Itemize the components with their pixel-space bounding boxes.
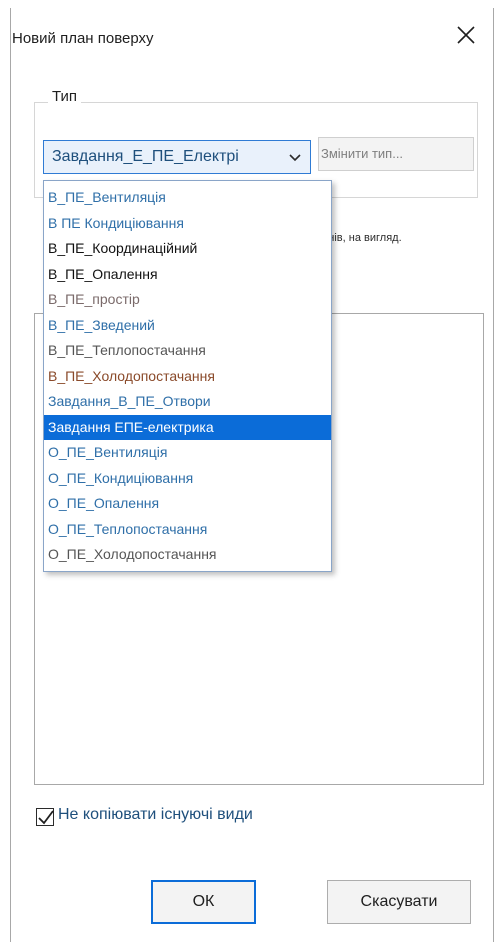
- dropdown-option-label: Завдання_В_ПЕ_Отвори: [48, 393, 211, 409]
- type-group-label: Тип: [48, 88, 82, 105]
- type-select[interactable]: Завдання_Е_ПЕ_Електрі: [43, 140, 311, 174]
- dropdown-option-label: В_ПЕ_простір: [48, 291, 140, 307]
- dropdown-option-label: В_ПЕ_Вентиляція: [48, 189, 166, 205]
- dropdown-option-label: О_ПЕ_Вентиляція: [48, 444, 168, 460]
- dropdown-option[interactable]: О_ПЕ_Холодопостачання: [44, 542, 331, 568]
- dropdown-option[interactable]: В_ПЕ_Холодопостачання: [44, 364, 331, 390]
- dropdown-option[interactable]: В_ПЕ_Координаційний: [44, 236, 331, 262]
- type-select-value: Завдання_Е_ПЕ_Електрі: [52, 148, 239, 165]
- dont-copy-views-checkbox[interactable]: [36, 808, 54, 826]
- dropdown-option[interactable]: В_ПЕ_Зведений: [44, 313, 331, 339]
- ok-button[interactable]: ОК: [151, 880, 256, 924]
- dropdown-option-label: В_ПЕ_Опалення: [48, 265, 158, 282]
- dropdown-option[interactable]: В_ПЕ_простір: [44, 287, 331, 313]
- dropdown-option-label: В_ПЕ_Координаційний: [48, 240, 198, 256]
- dropdown-option-label: В_ПЕ_Теплопостачання: [48, 342, 206, 358]
- dropdown-option[interactable]: О_ПЕ_Кондиціювання: [44, 466, 331, 492]
- hint-text: івнів, на вигляд.: [320, 232, 402, 244]
- dropdown-option[interactable]: О_ПЕ_Вентиляція: [44, 440, 331, 466]
- chevron-down-icon: [288, 151, 302, 165]
- change-type-button[interactable]: Змінити тип...: [318, 137, 474, 171]
- dropdown-option-label: О_ПЕ_Кондиціювання: [48, 469, 194, 486]
- dropdown-option[interactable]: О_ПЕ_Опалення: [44, 491, 331, 517]
- dropdown-option-label: В_ПЕ_Зведений: [48, 316, 155, 333]
- dialog-title: Новий план поверху: [12, 30, 154, 47]
- dropdown-option[interactable]: В_ПЕ_Теплопостачання: [44, 338, 331, 364]
- dropdown-option[interactable]: О_ПЕ_Теплопостачання: [44, 517, 331, 543]
- dropdown-option-label: О_ПЕ_Холодопостачання: [48, 546, 217, 562]
- dropdown-option[interactable]: Завдання_В_ПЕ_Отвори: [44, 389, 331, 415]
- dropdown-option-label: В_ПЕ_Холодопостачання: [48, 367, 215, 384]
- close-icon[interactable]: [453, 22, 479, 48]
- dropdown-option[interactable]: В ПЕ Кондиціювання: [44, 211, 331, 237]
- cancel-button[interactable]: Скасувати: [327, 880, 471, 924]
- dropdown-option[interactable]: Завдання ЕПЕ-електрика: [44, 414, 331, 440]
- change-type-label: Змінити тип...: [321, 146, 404, 161]
- dropdown-option[interactable]: В_ПЕ_Вентиляція: [44, 185, 331, 211]
- dropdown-option-label: В ПЕ Кондиціювання: [48, 214, 184, 231]
- dropdown-option-label: О_ПЕ_Теплопостачання: [48, 520, 208, 537]
- dropdown-option[interactable]: В_ПЕ_Опалення: [44, 262, 331, 288]
- checkmark-icon: [38, 810, 54, 825]
- dropdown-option-label: Завдання ЕПЕ-електрика: [48, 418, 214, 435]
- dont-copy-views-label: Не копіювати існуючі види: [58, 806, 253, 823]
- type-dropdown-list[interactable]: В_ПЕ_Вентиляція В ПЕ Кондиціювання В_ПЕ_Ко…: [43, 180, 332, 572]
- dropdown-option-label: О_ПЕ_Опалення: [48, 495, 160, 511]
